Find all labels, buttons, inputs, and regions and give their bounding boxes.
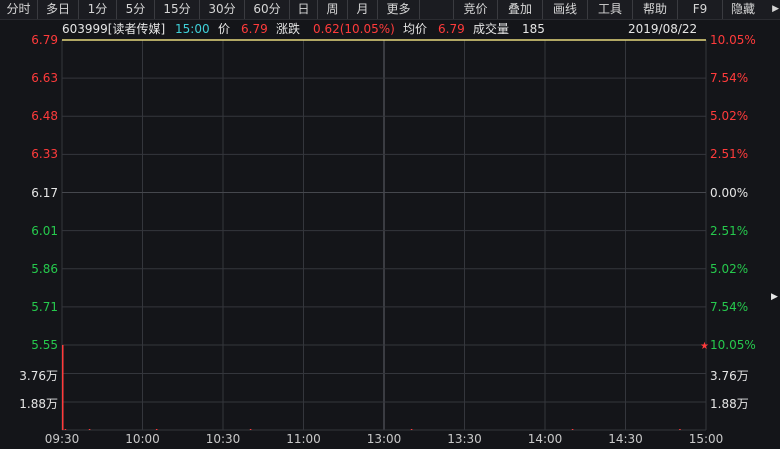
time-tick-label: 09:30 — [44, 432, 80, 446]
expand-panel-icon[interactable]: ▶ — [771, 292, 778, 302]
volume-tick-label: 1.88万 — [710, 397, 749, 411]
volume-bar — [64, 429, 67, 430]
price-tick-label: 6.01 — [31, 223, 58, 238]
price-tick-label: 5.71 — [31, 299, 58, 314]
percent-tick-label: 5.02% — [710, 261, 749, 276]
volume-tick-label: 1.88万 — [19, 397, 58, 411]
time-tick-label: 13:30 — [447, 432, 482, 446]
volume-bar — [88, 429, 91, 430]
price-tick-label: 6.48 — [31, 109, 58, 124]
price-tick-label: 5.55 — [31, 338, 58, 352]
volume-tick-label: 3.76万 — [19, 368, 58, 383]
volume-bar — [155, 429, 158, 430]
time-tick-label: 15:00 — [688, 432, 724, 446]
price-tick-label: 6.17 — [31, 185, 58, 200]
percent-tick-label: 7.54% — [710, 71, 749, 86]
price-tick-label: 6.63 — [31, 71, 58, 86]
percent-tick-label: 7.54% — [710, 299, 749, 314]
price-tick-label: 6.79 — [31, 33, 58, 47]
percent-tick-label: 2.51% — [710, 147, 749, 162]
volume-bar — [571, 429, 574, 430]
volume-bar — [62, 345, 64, 430]
percent-tick-label: 10.05% — [710, 33, 756, 47]
intraday-chart[interactable]: ★ — [0, 0, 780, 449]
time-tick-label: 10:00 — [125, 432, 160, 446]
percent-tick-label: 0.00% — [710, 185, 749, 200]
time-tick-label: 14:30 — [608, 432, 643, 446]
volume-bar — [410, 429, 413, 430]
limit-marker: ★ — [700, 341, 709, 352]
percent-tick-label: 10.05% — [710, 338, 756, 352]
volume-bar — [249, 429, 252, 430]
time-tick-label: 10:30 — [205, 432, 241, 446]
volume-tick-label: 3.76万 — [710, 368, 749, 383]
price-tick-label: 5.86 — [31, 261, 58, 276]
percent-tick-label: 5.02% — [710, 109, 749, 124]
time-tick-label: 11:00 — [286, 432, 321, 446]
time-tick-label: 13:00 — [366, 432, 402, 446]
price-tick-label: 6.33 — [31, 147, 58, 162]
time-tick-label: 14:00 — [527, 432, 563, 446]
percent-tick-label: 2.51% — [710, 223, 749, 238]
volume-bar — [679, 429, 681, 430]
